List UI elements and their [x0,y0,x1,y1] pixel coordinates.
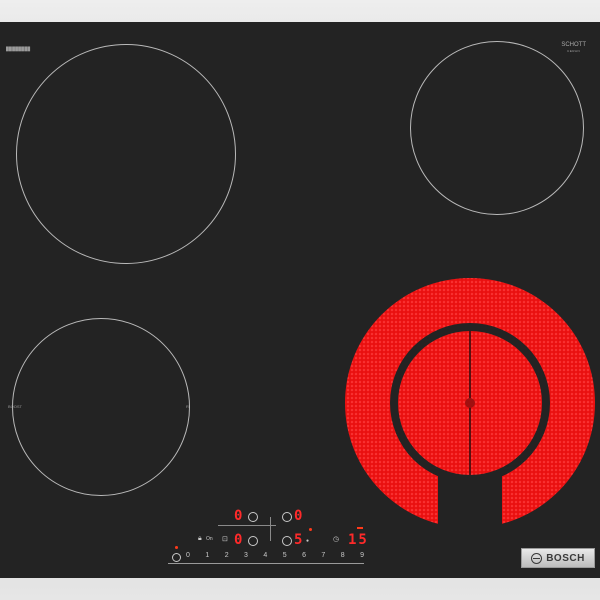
slider-level-7[interactable]: 7 [321,552,325,559]
slider-level-4[interactable]: 4 [263,552,267,559]
slider-level-6[interactable]: 6 [302,552,306,559]
panel-divider [218,525,276,526]
slider-level-9[interactable]: 9 [360,552,364,559]
slider-level-2[interactable]: 2 [225,552,229,559]
model-code: ████████ [6,46,31,51]
select-rear-left-button[interactable] [248,512,258,522]
zone-rear-left[interactable] [16,44,236,264]
boost-label: BOOST [8,404,23,409]
slider-numbers: 0 1 2 3 4 5 6 7 8 9 [186,552,364,559]
display-rear-right: 0 [294,508,303,524]
zone-front-right-heating[interactable] [342,276,598,530]
timer-icon[interactable]: ◷ [333,536,339,543]
zone-selector-icon: ⊡ [222,536,228,543]
select-front-right-button[interactable] [282,536,292,546]
active-led [309,528,312,531]
touch-slider[interactable]: 0 1 2 3 4 5 6 7 8 9 [168,552,364,566]
bosch-logo-icon [531,552,543,564]
display-front-left: 0 [234,532,243,548]
power-led [175,546,178,549]
display-front-right: 5 [294,532,303,548]
boost-indicator-icon: ● [306,538,310,544]
zone-front-left[interactable] [12,318,190,496]
bosch-logo-plate: BOSCH [521,548,595,568]
display-rear-left: 0 [234,508,243,524]
panel-divider-vertical [270,517,271,541]
slider-level-0[interactable]: 0 [186,552,190,559]
childlock-icon[interactable]: 🔒︎ [198,535,202,542]
slider-level-8[interactable]: 8 [341,552,345,559]
slider-level-1[interactable]: 1 [205,552,209,559]
select-rear-right-button[interactable] [282,512,292,522]
timer-display: 15 [348,532,369,548]
zone-rear-right[interactable] [410,41,584,215]
schott-ceran-mark: SCHOTT CERAN [561,42,586,54]
zone-mark: R [186,404,189,409]
slider-level-3[interactable]: 3 [244,552,248,559]
ceramic-glass-surface: ████████ SCHOTT CERAN BOOST R 0 0 🔒︎ On … [0,22,600,578]
timer-led [357,527,363,529]
bosch-logo-text: BOSCH [546,552,585,564]
ceran-text: CERAN [567,49,581,53]
on-label: On [206,536,213,542]
select-front-left-button[interactable] [248,536,258,546]
slider-level-5[interactable]: 5 [283,552,287,559]
